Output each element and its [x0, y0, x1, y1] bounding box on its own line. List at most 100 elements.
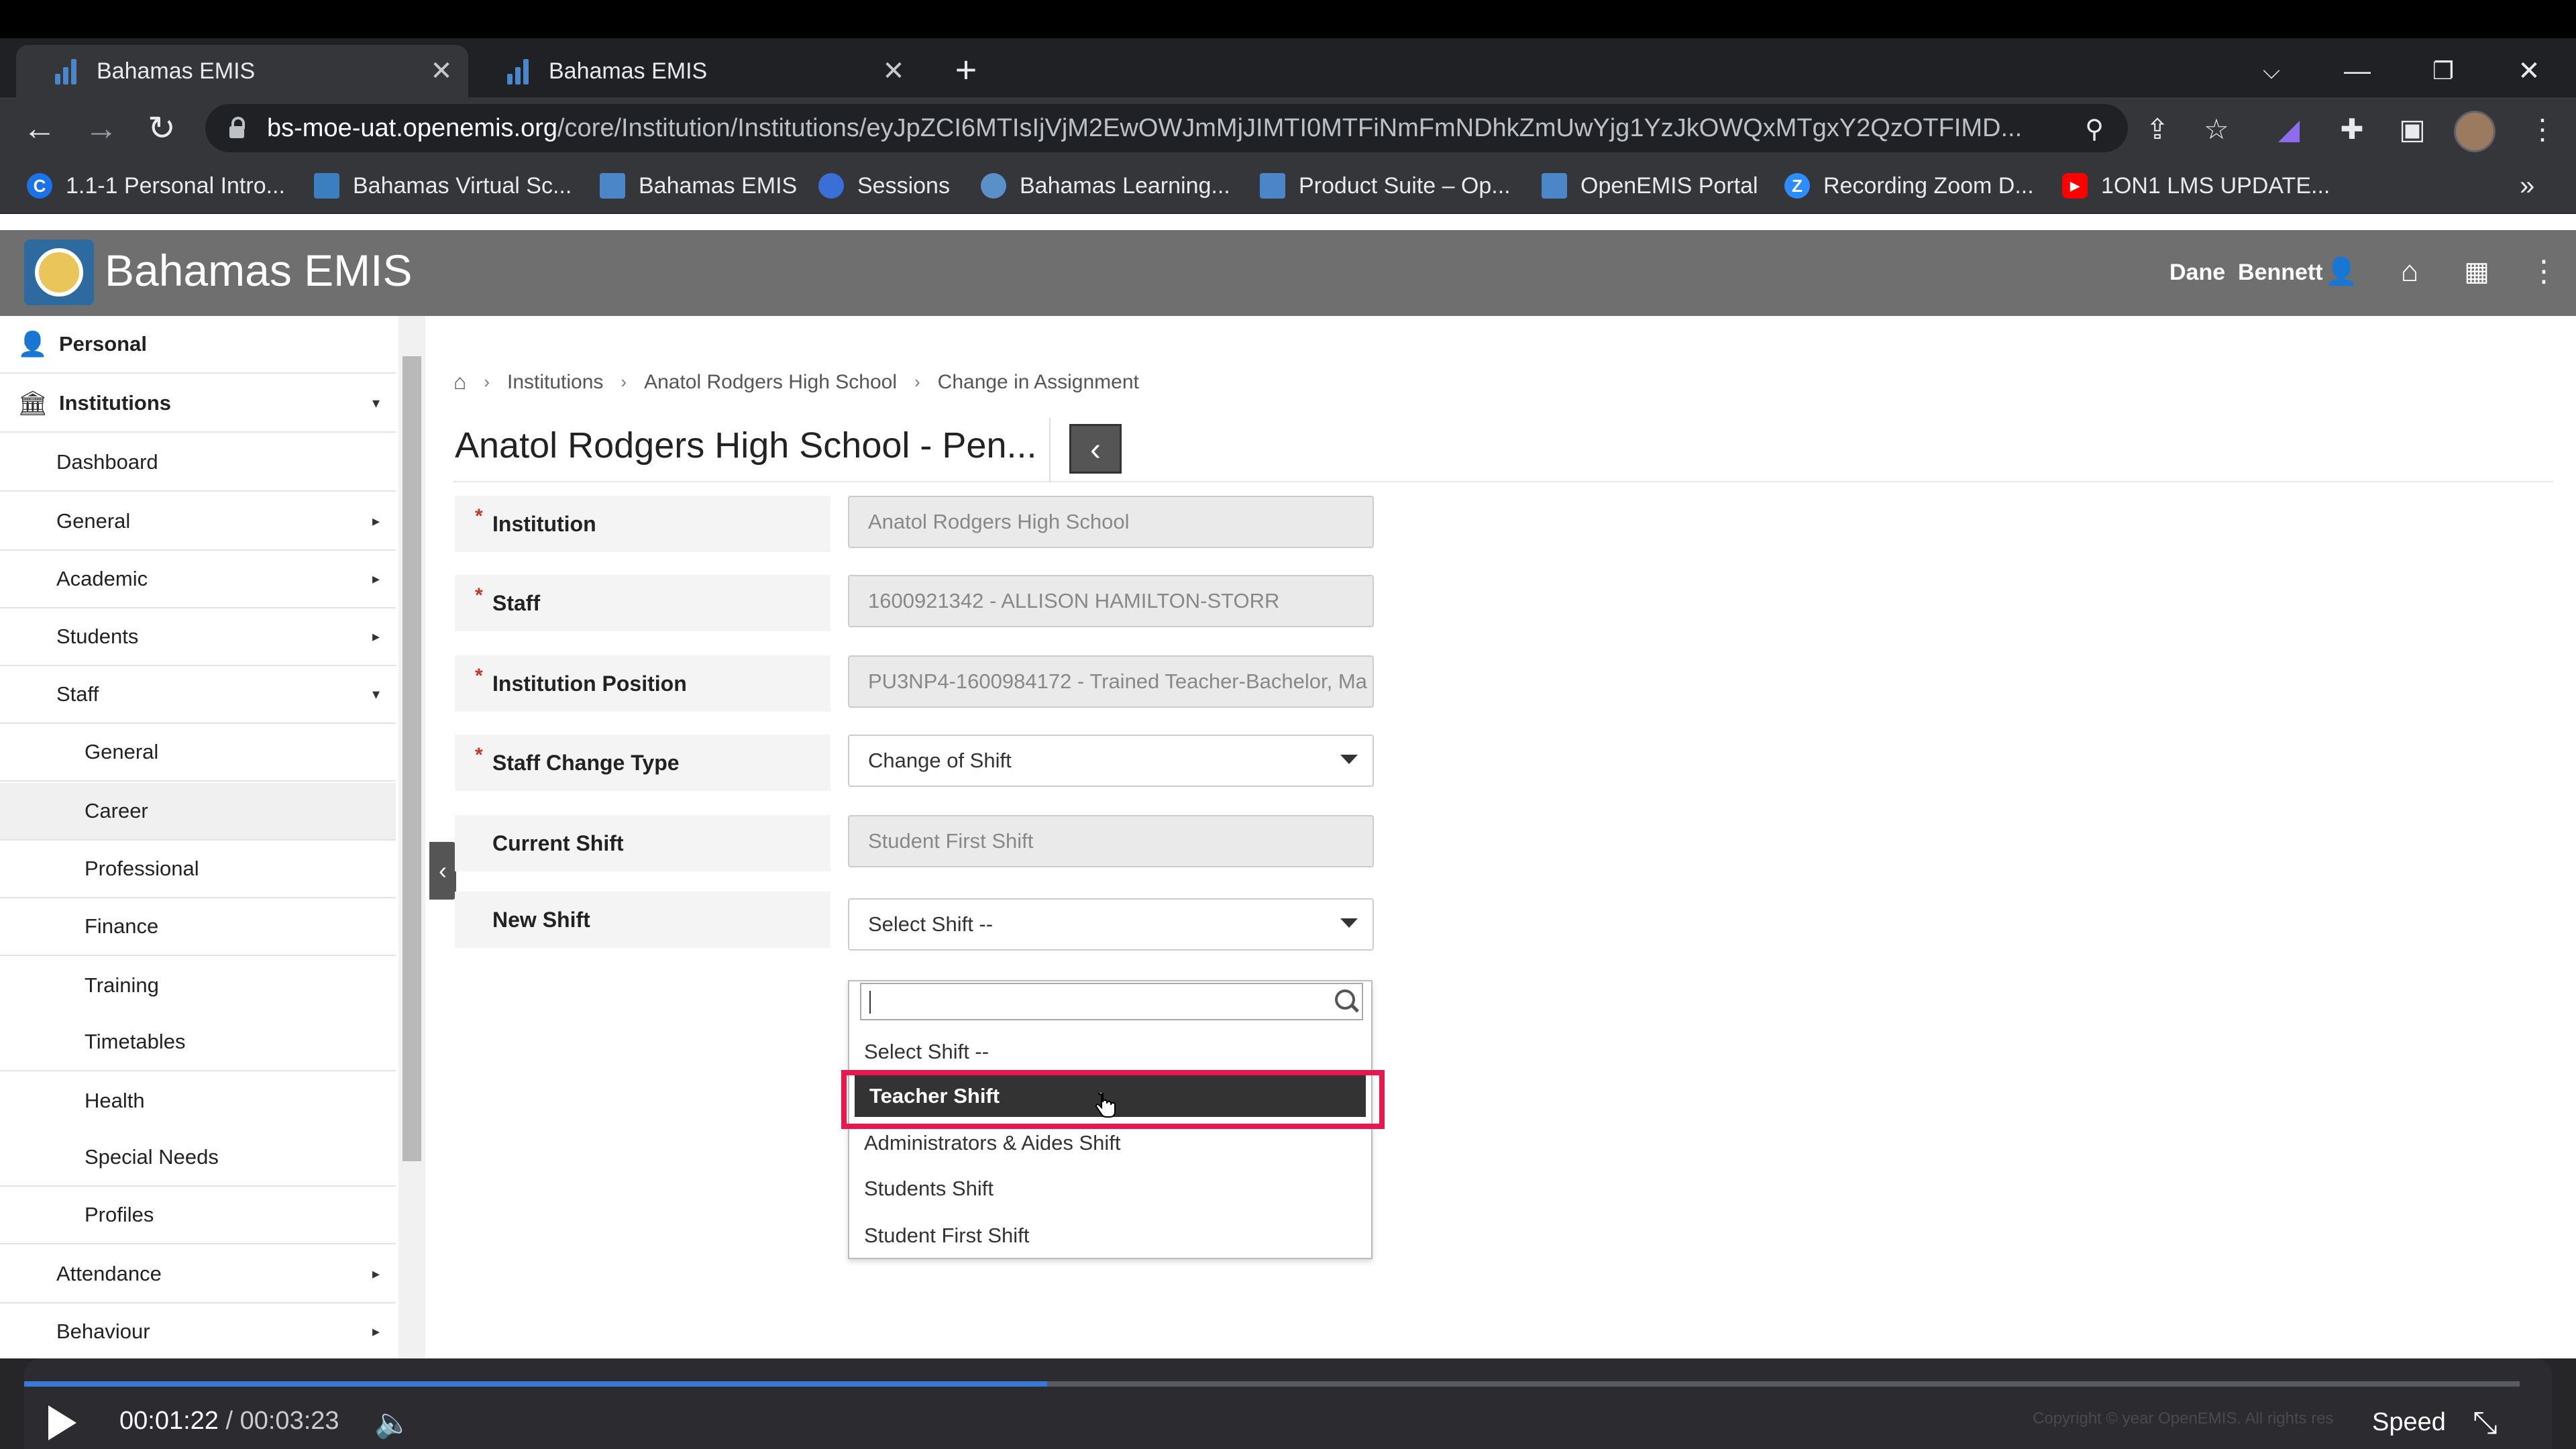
user-name[interactable]: Dane Bennett	[2169, 260, 2323, 286]
menu-kebab-icon[interactable]: ⋮	[2522, 250, 2565, 293]
bookmark-favicon-icon: Z	[1784, 173, 1810, 199]
field-label: Institution Position	[492, 671, 687, 696]
staff-change-type-select[interactable]: Change of Shift	[848, 735, 1374, 787]
app-header: Bahamas EMIS Dane Bennett 👤 ⌂ ▦ ⋮	[0, 230, 2576, 316]
speed-button[interactable]: Speed	[2372, 1408, 2446, 1437]
forward-icon[interactable]: →	[78, 107, 125, 150]
bookmark-item[interactable]: Bahamas Learning...	[981, 159, 1230, 213]
new-tab-button[interactable]: +	[943, 48, 989, 95]
bookmark-item[interactable]: Bahamas Virtual Sc...	[314, 159, 572, 213]
close-tab-icon[interactable]: ✕	[880, 56, 907, 87]
scrollbar-thumb[interactable]	[402, 356, 421, 1161]
new-shift-select[interactable]: Select Shift --	[848, 898, 1374, 951]
apps-grid-icon[interactable]: ▦	[2455, 250, 2498, 293]
bookmark-favicon-icon	[1260, 173, 1285, 199]
bookmark-item[interactable]: Z Recording Zoom D...	[1784, 159, 2034, 213]
seek-bar[interactable]	[24, 1381, 2520, 1387]
sidebar-item-behaviour[interactable]: Behaviour ▸	[0, 1303, 396, 1361]
bookmark-item[interactable]: Sessions	[818, 159, 950, 213]
home-icon[interactable]: ⌂	[2388, 250, 2431, 293]
close-tab-icon[interactable]: ✕	[428, 56, 455, 87]
browser-menu-icon[interactable]: ⋮	[2522, 109, 2563, 150]
sidebar-item-finance[interactable]: Finance	[0, 898, 396, 956]
field-label: Institution	[492, 511, 596, 536]
field-label: New Shift	[492, 907, 590, 932]
zoom-icon[interactable]: ⚲	[2074, 109, 2114, 150]
sidebar-item-institutions[interactable]: 🏛 Institutions ▾	[0, 375, 396, 433]
institution-position-field: PU3NP4-1600984172 - Trained Teacher-Bach…	[848, 655, 1374, 708]
play-icon[interactable]	[48, 1405, 76, 1440]
bookmark-item[interactable]: OpenEMIS Portal	[1542, 159, 1758, 213]
bookmark-item[interactable]: ▶ 1ON1 LMS UPDATE...	[2062, 159, 2330, 213]
browser-tab-title: Bahamas EMIS	[97, 58, 256, 84]
more-bookmarks-icon[interactable]: »	[2520, 159, 2534, 213]
collapse-sidebar-button[interactable]: ‹	[429, 842, 456, 900]
required-marker: *	[475, 665, 483, 687]
lock-icon	[229, 117, 245, 138]
dropdown-search-input[interactable]	[860, 983, 1363, 1020]
close-window-icon[interactable]: ✕	[2502, 48, 2556, 95]
bookmark-favicon-icon	[981, 173, 1006, 199]
sidebar-item-professional[interactable]: Professional	[0, 841, 396, 898]
browser-tab-1[interactable]: Bahamas EMIS ✕	[16, 45, 468, 97]
sidebar-item-special-needs[interactable]: Special Needs	[0, 1129, 396, 1187]
bank-icon: 🏛	[17, 389, 48, 417]
browser-toolbar: ← → ↻ bs-moe-uat.openemis.org/core/Insti…	[0, 97, 2576, 159]
sidebar-item-attendance[interactable]: Attendance ▸	[0, 1246, 396, 1303]
sidebar-item-students[interactable]: Students ▸	[0, 608, 396, 666]
breadcrumb-current: Change in Assignment	[937, 370, 1139, 393]
sidebar-item-dashboard[interactable]: Dashboard	[0, 434, 396, 492]
sidebar-scrollbar[interactable]	[398, 316, 425, 1362]
sidebar-item-career[interactable]: Career	[0, 783, 396, 841]
emis-favicon-icon	[507, 58, 531, 85]
sidebar-item-staff-general[interactable]: General	[0, 724, 396, 782]
sidebar-item-timetables[interactable]: Timetables	[0, 1014, 396, 1071]
browser-tab-bar: Bahamas EMIS ✕ Bahamas EMIS ✕ + ⌵ — ❐ ✕	[0, 38, 2576, 97]
share-icon[interactable]: ⇪	[2137, 109, 2178, 150]
side-panel-icon[interactable]: ▣	[2392, 109, 2432, 150]
sidebar-item-health[interactable]: Health	[0, 1073, 396, 1130]
home-icon[interactable]: ⌂	[453, 370, 466, 394]
video-player-controls: Copyright © year OpenEMIS. All rights re…	[0, 1358, 2576, 1449]
institution-field: Anatol Rodgers High School	[848, 496, 1374, 548]
sidebar-item-personal[interactable]: 👤 Personal	[0, 316, 396, 374]
bookmark-item[interactable]: Bahamas EMIS	[600, 159, 797, 213]
caret-right-icon: ▸	[372, 1323, 380, 1340]
profile-avatar[interactable]	[2454, 111, 2496, 152]
breadcrumb-school[interactable]: Anatol Rodgers High School	[644, 371, 897, 394]
breadcrumb: ⌂ › Institutions › Anatol Rodgers High S…	[453, 370, 1139, 394]
user-icon[interactable]: 👤	[2320, 250, 2363, 293]
dropdown-option[interactable]: Student First Shift	[849, 1214, 1371, 1258]
title-rule	[453, 481, 2553, 482]
form-row-staff-change-type: * Staff Change Type Change of Shift	[455, 735, 1375, 791]
required-marker: *	[475, 744, 483, 766]
current-shift-field: Student First Shift	[848, 815, 1374, 867]
sidebar-item-academic[interactable]: Academic ▸	[0, 551, 396, 608]
back-icon[interactable]: ←	[16, 107, 63, 150]
restore-icon[interactable]: ❐	[2416, 48, 2470, 95]
exit-fullscreen-icon[interactable]: ⤡	[2473, 1404, 2504, 1440]
field-label: Current Shift	[492, 830, 624, 855]
sidebar-item-training[interactable]: Training	[0, 957, 396, 1015]
volume-icon[interactable]: 🔈	[374, 1405, 415, 1443]
breadcrumb-institutions[interactable]: Institutions	[507, 371, 603, 394]
address-bar[interactable]: bs-moe-uat.openemis.org/core/Institution…	[205, 104, 2128, 152]
sidebar-item-general[interactable]: General ▸	[0, 493, 396, 551]
extensions-puzzle-icon[interactable]: ✚	[2332, 109, 2372, 150]
sidebar-item-profiles[interactable]: Profiles	[0, 1187, 396, 1244]
tab-search-icon[interactable]: ⌵	[2245, 48, 2298, 95]
bookmark-item[interactable]: C 1.1-1 Personal Intro...	[27, 159, 285, 213]
sidebar-item-staff[interactable]: Staff ▾	[0, 666, 396, 724]
browser-tab-2[interactable]: Bahamas EMIS ✕	[468, 45, 920, 97]
back-button[interactable]: ‹	[1069, 424, 1122, 474]
dropdown-option[interactable]: Select Shift --	[849, 1030, 1371, 1074]
bookmark-star-icon[interactable]: ☆	[2196, 109, 2237, 150]
bookmark-item[interactable]: Product Suite – Op...	[1260, 159, 1511, 213]
caret-right-icon: ▸	[372, 513, 380, 529]
dropdown-option[interactable]: Students Shift	[849, 1167, 1371, 1211]
minimize-icon[interactable]: —	[2330, 48, 2384, 95]
extension-icon[interactable]: ◢	[2269, 109, 2309, 150]
url-text: bs-moe-uat.openemis.org/core/Institution…	[267, 113, 2023, 142]
emis-logo[interactable]	[24, 239, 94, 305]
reload-icon[interactable]: ↻	[138, 107, 185, 150]
